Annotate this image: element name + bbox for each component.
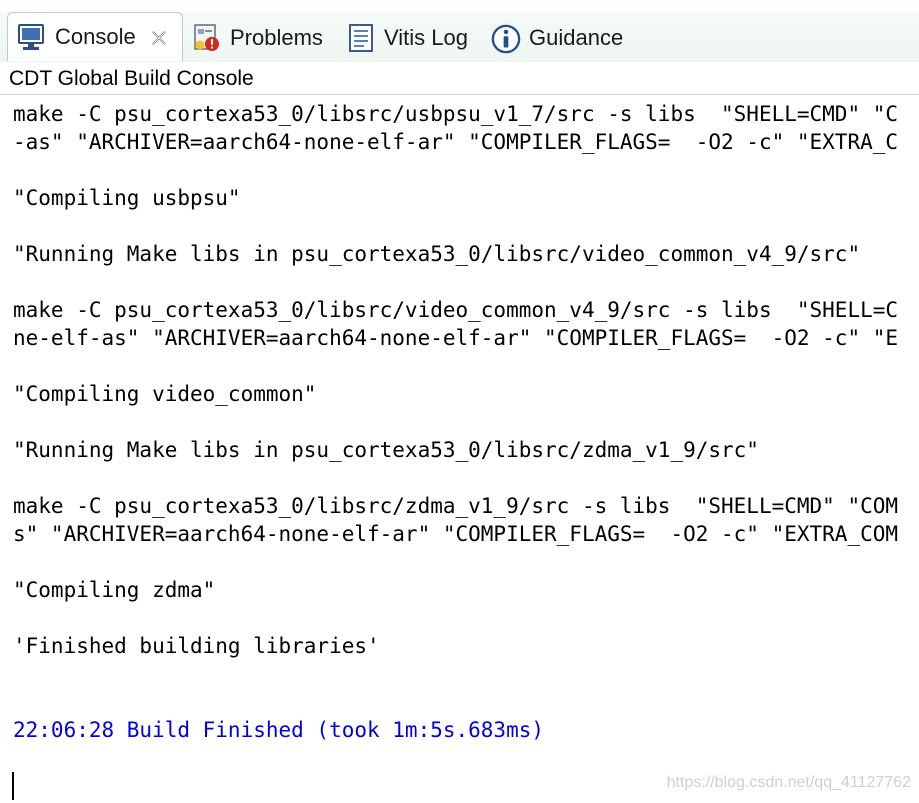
console-line: s" "ARCHIVER=aarch64-none-elf-ar" "COMPI… (13, 522, 899, 546)
problems-icon (192, 23, 222, 53)
console-icon (17, 22, 47, 52)
console-line: 'Finished building libraries' (13, 634, 380, 658)
tab-console-label: Console (55, 24, 136, 49)
console-line: ne-elf-as" "ARCHIVER=aarch64-none-elf-ar… (13, 326, 899, 350)
console-line: "Running Make libs in psu_cortexa53_0/li… (13, 242, 861, 266)
console-line: "Compiling zdma" (13, 578, 216, 602)
console-line: make -C psu_cortexa53_0/libsrc/usbpsu_v1… (13, 102, 899, 126)
tab-vitis-log[interactable]: Vitis Log (346, 14, 468, 62)
console-output[interactable]: make -C psu_cortexa53_0/libsrc/usbpsu_v1… (0, 96, 919, 803)
console-line: make -C psu_cortexa53_0/libsrc/zdma_v1_9… (13, 494, 899, 518)
tab-guidance-label: Guidance (529, 25, 624, 50)
console-title: CDT Global Build Console (0, 62, 919, 95)
build-finished-line: 22:06:28 Build Finished (took 1m:5s.683m… (13, 718, 545, 742)
tab-problems[interactable]: Problems (192, 14, 323, 62)
console-line: "Compiling usbpsu" (13, 186, 241, 210)
console-line: "Running Make libs in psu_cortexa53_0/li… (13, 438, 759, 462)
tab-guidance[interactable]: Guidance (491, 14, 623, 62)
view-tab-bar: Console Problems Vitis Log Guidance (0, 0, 919, 63)
console-line: make -C psu_cortexa53_0/libsrc/video_com… (13, 298, 899, 322)
text-caret (12, 772, 14, 800)
tab-vitis-log-label: Vitis Log (384, 25, 468, 50)
watermark: https://blog.csdn.net/qq_41127762 (666, 774, 911, 791)
log-icon (346, 23, 376, 53)
console-line: -as" "ARCHIVER=aarch64-none-elf-ar" "COM… (13, 130, 899, 154)
info-icon (491, 23, 521, 54)
tab-bar-top-strip (0, 0, 919, 12)
tab-problems-label: Problems (230, 25, 323, 50)
close-icon[interactable] (150, 28, 168, 46)
tab-console[interactable]: Console (7, 12, 183, 61)
console-line: "Compiling video_common" (13, 382, 317, 406)
console-view: Console Problems Vitis Log Guidance CDT … (0, 0, 919, 803)
